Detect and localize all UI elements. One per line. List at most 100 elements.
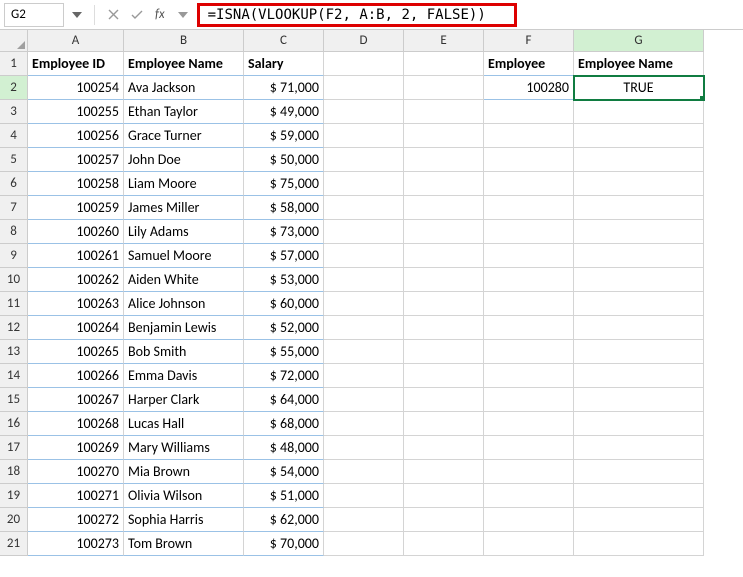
row-header[interactable]: 16	[0, 412, 28, 436]
cell[interactable]	[574, 436, 704, 460]
cell[interactable]: 100268	[28, 412, 124, 436]
row-header[interactable]: 12	[0, 316, 28, 340]
cell[interactable]	[404, 484, 484, 508]
cell[interactable]: $ 75,000	[244, 172, 324, 196]
cell[interactable]	[484, 244, 574, 268]
row-header[interactable]: 6	[0, 172, 28, 196]
cell[interactable]: 100259	[28, 196, 124, 220]
cell[interactable]: $ 49,000	[244, 100, 324, 124]
cell[interactable]	[324, 100, 404, 124]
cell[interactable]	[484, 292, 574, 316]
cell[interactable]: James Miller	[124, 196, 244, 220]
row-header[interactable]: 14	[0, 364, 28, 388]
enter-icon[interactable]	[127, 5, 147, 25]
cell[interactable]	[574, 196, 704, 220]
cell[interactable]: 100255	[28, 100, 124, 124]
formula-dropdown-icon[interactable]	[173, 5, 193, 25]
cell[interactable]: $ 53,000	[244, 268, 324, 292]
cell[interactable]	[324, 148, 404, 172]
cell[interactable]	[324, 340, 404, 364]
cell[interactable]	[484, 316, 574, 340]
cell[interactable]	[324, 196, 404, 220]
cell[interactable]	[484, 388, 574, 412]
col-header-F[interactable]: F	[484, 30, 574, 52]
cell[interactable]	[574, 364, 704, 388]
row-header[interactable]: 10	[0, 268, 28, 292]
cell[interactable]	[324, 532, 404, 556]
cell[interactable]	[484, 100, 574, 124]
cell[interactable]	[404, 532, 484, 556]
cell[interactable]: 100256	[28, 124, 124, 148]
row-header[interactable]: 5	[0, 148, 28, 172]
cell[interactable]	[484, 412, 574, 436]
cell[interactable]: Emma Davis	[124, 364, 244, 388]
cell[interactable]: $ 57,000	[244, 244, 324, 268]
row-header[interactable]: 9	[0, 244, 28, 268]
cell[interactable]	[484, 148, 574, 172]
cell[interactable]: Employee Name	[124, 52, 244, 76]
row-header[interactable]: 15	[0, 388, 28, 412]
cell[interactable]	[324, 76, 404, 100]
cell[interactable]	[404, 244, 484, 268]
cell[interactable]	[574, 532, 704, 556]
cell[interactable]	[574, 244, 704, 268]
cell[interactable]: Mia Brown	[124, 460, 244, 484]
cell[interactable]: 100266	[28, 364, 124, 388]
cell[interactable]: $ 51,000	[244, 484, 324, 508]
select-all-corner[interactable]	[0, 30, 28, 52]
cell[interactable]	[324, 508, 404, 532]
cell[interactable]: Mary Williams	[124, 436, 244, 460]
cell[interactable]: Salary	[244, 52, 324, 76]
cell[interactable]: $ 52,000	[244, 316, 324, 340]
cell[interactable]: Liam Moore	[124, 172, 244, 196]
col-header-E[interactable]: E	[404, 30, 484, 52]
cancel-icon[interactable]	[103, 5, 123, 25]
cell[interactable]	[484, 460, 574, 484]
cell[interactable]	[324, 316, 404, 340]
cell[interactable]: 100272	[28, 508, 124, 532]
cell[interactable]	[574, 340, 704, 364]
cell[interactable]: $ 70,000	[244, 532, 324, 556]
cell[interactable]: Aiden White	[124, 268, 244, 292]
row-header[interactable]: 3	[0, 100, 28, 124]
cell[interactable]	[324, 52, 404, 76]
row-header[interactable]: 19	[0, 484, 28, 508]
cell[interactable]	[324, 436, 404, 460]
cell[interactable]	[324, 268, 404, 292]
cell[interactable]	[574, 292, 704, 316]
cell[interactable]	[574, 124, 704, 148]
cell[interactable]	[324, 388, 404, 412]
row-header[interactable]: 17	[0, 436, 28, 460]
cell[interactable]	[404, 76, 484, 100]
cell[interactable]: 100261	[28, 244, 124, 268]
cell[interactable]: $ 60,000	[244, 292, 324, 316]
cell[interactable]	[484, 484, 574, 508]
cell[interactable]: 100254	[28, 76, 124, 100]
row-header[interactable]: 21	[0, 532, 28, 556]
cell[interactable]: 100267	[28, 388, 124, 412]
cell[interactable]	[404, 508, 484, 532]
cell[interactable]	[324, 412, 404, 436]
cell[interactable]: Lucas Hall	[124, 412, 244, 436]
cell[interactable]: $ 59,000	[244, 124, 324, 148]
cell[interactable]	[574, 100, 704, 124]
cell[interactable]	[574, 220, 704, 244]
cell[interactable]	[484, 268, 574, 292]
cell[interactable]: Ava Jackson	[124, 76, 244, 100]
cell[interactable]: Employee	[484, 52, 574, 76]
cell[interactable]: Ethan Taylor	[124, 100, 244, 124]
cell[interactable]	[574, 508, 704, 532]
cell[interactable]	[404, 412, 484, 436]
row-header[interactable]: 2	[0, 76, 28, 100]
cell[interactable]: Olivia Wilson	[124, 484, 244, 508]
cell[interactable]	[484, 364, 574, 388]
cell[interactable]	[324, 292, 404, 316]
cell[interactable]	[574, 172, 704, 196]
cell[interactable]: Employee ID	[28, 52, 124, 76]
cell[interactable]: 100260	[28, 220, 124, 244]
col-header-G[interactable]: G	[574, 30, 704, 52]
cell[interactable]	[484, 196, 574, 220]
cell[interactable]	[574, 484, 704, 508]
cell[interactable]	[484, 508, 574, 532]
row-header[interactable]: 8	[0, 220, 28, 244]
